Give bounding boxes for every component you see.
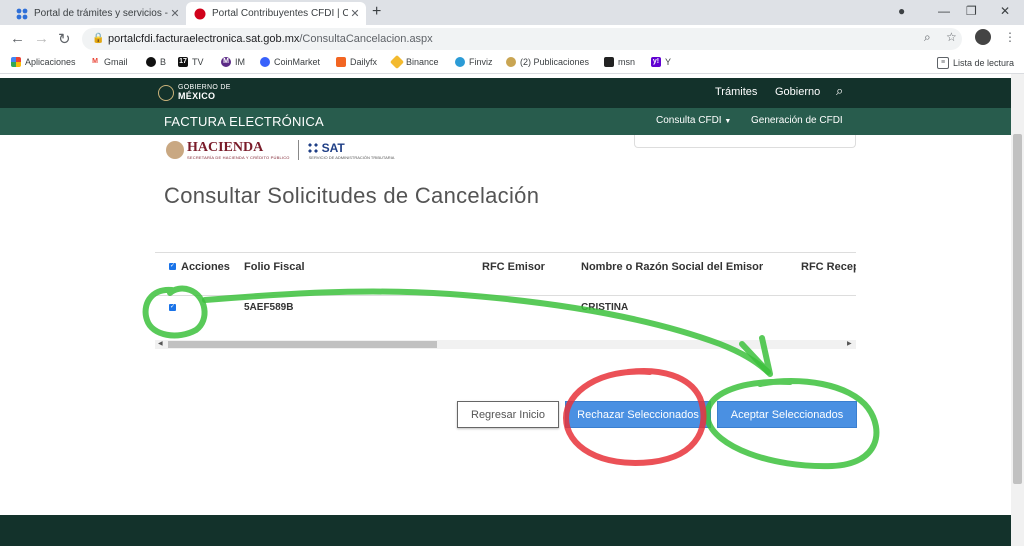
- mexico-seal-icon: [158, 85, 174, 101]
- browser-tab-strip: Portal de trámites y servicios - SAT ✕ P…: [0, 0, 1024, 25]
- close-tab-icon[interactable]: ✕: [168, 7, 182, 20]
- page-title: Consultar Solicitudes de Cancelación: [164, 183, 540, 208]
- apps-grid-icon: [11, 57, 21, 67]
- browser-tab-title: Portal Contribuyentes CFDI | Cancelación: [212, 8, 348, 19]
- reading-list[interactable]: ≡ Lista de lectura: [937, 57, 1014, 69]
- rechazar-seleccionados-button[interactable]: Rechazar Seleccionados: [565, 401, 711, 428]
- reading-list-icon: ≡: [937, 57, 949, 69]
- browser-tab-cfdi-portal[interactable]: Portal Contribuyentes CFDI | Cancelación…: [186, 2, 366, 25]
- institution-logos: HACIENDA SECRETARÍA DE HACIENDA Y CRÉDIT…: [166, 140, 394, 160]
- table-horizontal-scrollbar[interactable]: ◀ ▶: [155, 340, 856, 349]
- gobierno-footer: [0, 515, 1011, 546]
- close-tab-icon[interactable]: ✕: [348, 7, 362, 20]
- coinmarketcap-icon: [260, 57, 270, 67]
- yahoo-icon: y!: [651, 57, 661, 67]
- column-header-folio: Folio Fiscal: [244, 261, 305, 273]
- page-vertical-scrollbar[interactable]: [1011, 74, 1024, 546]
- sat-subtitle: SERVICIO DE ADMINISTRACIÓN TRIBUTARIA: [308, 154, 395, 160]
- browser-tab-title: Portal de trámites y servicios - SAT: [34, 8, 168, 19]
- sat-favicon-icon: [16, 8, 28, 19]
- row-select-checkbox[interactable]: ✓: [169, 304, 176, 311]
- column-header-acciones: Acciones: [181, 261, 230, 273]
- url-host: portalcfdi.facturaelectronica.sat.gob.mx: [108, 33, 300, 45]
- bookmarks-bar: Aplicaciones M Gmail B 17 TV M IM CoinMarke…: [0, 53, 1024, 74]
- avatar[interactable]: [975, 29, 991, 45]
- kebab-menu-icon[interactable]: ⋮: [1004, 30, 1016, 44]
- tradingview-icon: 17: [178, 57, 188, 67]
- gobierno-header: GOBIERNO DE MÉXICO Trámites Gobierno ⌕: [0, 78, 1011, 108]
- zoom-icon[interactable]: ⌕: [924, 30, 931, 45]
- nav-generacion-cfdi[interactable]: Generación de CFDI: [751, 115, 843, 126]
- folio-fiscal-cell: 5AEF589B: [244, 302, 294, 313]
- column-header-rfc-receptor: RFC Recep: [801, 261, 856, 273]
- bookmark-binance[interactable]: Binance: [389, 54, 439, 70]
- back-arrow-icon[interactable]: ←: [10, 30, 25, 47]
- bookmark-gmail[interactable]: M Gmail: [90, 57, 128, 67]
- scrollbar-thumb[interactable]: [168, 341, 437, 348]
- gobierno-logo[interactable]: GOBIERNO DE MÉXICO: [158, 84, 231, 102]
- nav-gobierno[interactable]: Gobierno: [775, 86, 820, 98]
- regresar-inicio-button[interactable]: Regresar Inicio: [457, 401, 559, 428]
- close-window-icon[interactable]: ✕: [1000, 4, 1010, 18]
- bookmark-yahoo[interactable]: y! Y: [651, 57, 671, 67]
- im-site-icon: M: [221, 57, 231, 67]
- sat-logo: SAT: [306, 141, 395, 155]
- scroll-left-icon[interactable]: ◀: [158, 340, 163, 349]
- url-path: /ConsultaCancelacion.aspx: [299, 33, 433, 45]
- hacienda-logo: HACIENDA: [187, 139, 264, 155]
- hacienda-subtitle: SECRETARÍA DE HACIENDA Y CRÉDITO PÚBLICO: [187, 154, 290, 160]
- browser-tab-sat-portal[interactable]: Portal de trámites y servicios - SAT ✕: [8, 2, 186, 25]
- sat-dots-icon: [306, 141, 319, 154]
- logo-divider: [297, 140, 299, 160]
- new-tab-icon[interactable]: +: [372, 3, 381, 21]
- bookmark-publicaciones[interactable]: (2) Publicaciones: [506, 57, 589, 67]
- section-title: FACTURA ELECTRÓNICA: [164, 114, 324, 129]
- bookmark-coinmarket[interactable]: CoinMarket: [260, 57, 320, 67]
- cancelation-requests-table: ✓ Acciones Folio Fiscal RFC Emisor Nombr…: [155, 252, 856, 352]
- finviz-icon: [455, 57, 465, 67]
- bookmark-dailyfx[interactable]: Dailyfx: [336, 57, 377, 67]
- lock-icon: 🔒: [92, 33, 105, 44]
- browser-toolbar: ← → ↻ 🔒 portalcfdi.facturaelectronica.sa…: [0, 25, 1024, 53]
- b-site-icon: [146, 57, 156, 67]
- select-all-checkbox[interactable]: ✓: [169, 263, 176, 270]
- hacienda-seal-icon: [166, 141, 184, 159]
- publicaciones-icon: [506, 57, 516, 67]
- bookmark-im[interactable]: M IM: [221, 57, 245, 67]
- bookmark-msn[interactable]: msn: [604, 57, 635, 67]
- page-viewport: GOBIERNO DE MÉXICO Trámites Gobierno ⌕ FA…: [0, 74, 1011, 546]
- gmail-icon: M: [90, 57, 100, 67]
- bookmark-star-icon[interactable]: ☆: [946, 30, 957, 44]
- table-header: ✓ Acciones Folio Fiscal RFC Emisor Nombr…: [155, 252, 856, 296]
- profile-menu-icon[interactable]: ●: [898, 4, 905, 18]
- caret-down-icon: ▼: [724, 118, 732, 125]
- bookmark-finviz[interactable]: Finviz: [455, 57, 493, 67]
- mexico-flag-icon: [194, 8, 206, 19]
- nav-tramites[interactable]: Trámites: [715, 86, 757, 98]
- binance-icon: [389, 54, 405, 70]
- bookmark-apps[interactable]: Aplicaciones: [11, 57, 76, 67]
- nombre-emisor-cell: CRISTINA: [581, 302, 629, 313]
- column-header-nombre-emisor: Nombre o Razón Social del Emisor: [581, 261, 764, 273]
- column-header-rfc-emisor: RFC Emisor: [482, 261, 545, 273]
- dailyfx-icon: [336, 57, 346, 67]
- reload-icon[interactable]: ↻: [58, 30, 71, 48]
- factura-electronica-bar: FACTURA ELECTRÓNICA Consulta CFDI ▼ Gene…: [0, 108, 1011, 135]
- msn-icon: [604, 57, 614, 67]
- scroll-right-icon[interactable]: ▶: [847, 340, 852, 349]
- bookmark-b[interactable]: B: [146, 57, 166, 67]
- forward-arrow-icon[interactable]: →: [34, 30, 49, 47]
- minimize-window-icon[interactable]: —: [938, 4, 950, 18]
- table-row: ✓ 5AEF589B CRISTINA: [155, 295, 856, 322]
- search-icon[interactable]: ⌕: [836, 83, 843, 99]
- aceptar-seleccionados-button[interactable]: Aceptar Seleccionados: [717, 401, 857, 428]
- scrollbar-thumb[interactable]: [1013, 134, 1022, 484]
- bookmark-tv[interactable]: 17 TV: [178, 57, 204, 67]
- dropdown-panel-edge: [634, 135, 856, 148]
- restore-window-icon[interactable]: ❐: [966, 4, 977, 18]
- address-bar[interactable]: 🔒 portalcfdi.facturaelectronica.sat.gob.…: [82, 28, 962, 50]
- nav-consulta-cfdi[interactable]: Consulta CFDI ▼: [656, 115, 731, 126]
